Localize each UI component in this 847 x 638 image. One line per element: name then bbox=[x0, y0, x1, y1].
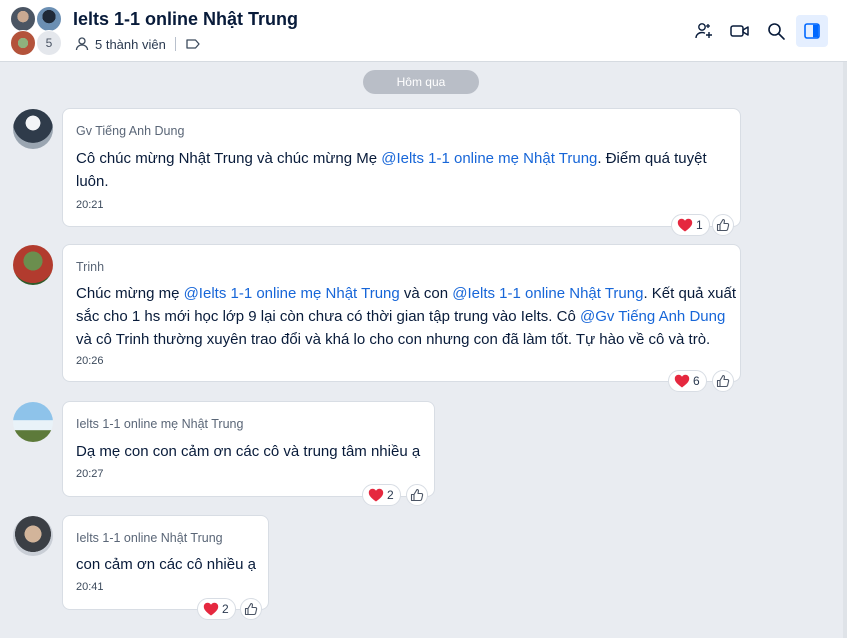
heart-icon bbox=[677, 218, 693, 232]
message-bubble: Gv Tiếng Anh Dung Cô chúc mừng Nhật Trun… bbox=[62, 108, 741, 227]
message-line: Dạ mẹ con con cảm ơn các cô và trung tâm… bbox=[76, 440, 420, 463]
reaction-count: 2 bbox=[222, 602, 229, 616]
sender-name: Ielts 1-1 online Nhật Trung bbox=[76, 531, 223, 545]
group-title[interactable]: Ielts 1-1 online Nhật Trung bbox=[73, 9, 298, 30]
message-text-span: sắc cho 1 hs mới học lớp 9 lại còn chưa … bbox=[76, 308, 580, 325]
message-text: Dạ mẹ con con cảm ơn các cô và trung tâm… bbox=[76, 440, 420, 463]
add-member-button[interactable] bbox=[688, 15, 720, 47]
member-avatar bbox=[10, 30, 36, 56]
member-avatar bbox=[10, 6, 36, 32]
message-bubble: Ielts 1-1 online Nhật Trung con cảm ơn c… bbox=[62, 515, 269, 610]
member-avatar bbox=[36, 6, 62, 32]
search-icon bbox=[768, 23, 785, 40]
sender-avatar[interactable] bbox=[13, 402, 53, 442]
message-text: con cảm ơn các cô nhiều ạ bbox=[76, 553, 256, 576]
sidebar-toggle-button[interactable] bbox=[796, 15, 828, 47]
message-time: 20:21 bbox=[76, 199, 104, 211]
like-button[interactable] bbox=[712, 214, 734, 236]
video-call-icon bbox=[730, 25, 749, 37]
message-text-span: luôn. bbox=[76, 173, 109, 190]
chat-header: 5 Ielts 1-1 online Nhật Trung 5 thành vi… bbox=[0, 0, 847, 62]
reaction-badge[interactable]: 6 bbox=[668, 370, 707, 392]
scrollbar[interactable] bbox=[843, 62, 847, 638]
thumbs-up-icon bbox=[716, 218, 730, 232]
reaction-badge[interactable]: 1 bbox=[671, 214, 710, 236]
message-text-span: Dạ mẹ con con cảm ơn các cô và trung tâm… bbox=[76, 443, 421, 460]
sender-name: Gv Tiếng Anh Dung bbox=[76, 124, 185, 138]
message-text-span: con cảm ơn các cô nhiều ạ bbox=[76, 556, 256, 573]
thumbs-up-icon bbox=[244, 602, 258, 616]
sender-avatar[interactable] bbox=[13, 109, 53, 149]
sidebar-toggle-icon bbox=[804, 23, 820, 39]
message-text: Cô chúc mừng Nhật Trung và chúc mừng Mẹ … bbox=[76, 147, 707, 193]
mention-link[interactable]: @Ielts 1-1 online Nhật Trung bbox=[452, 285, 643, 302]
group-avatar[interactable]: 5 bbox=[10, 6, 64, 56]
message-line: con cảm ơn các cô nhiều ạ bbox=[76, 553, 256, 576]
message-line: và cô Trinh thường xuyên trao đổi và khá… bbox=[76, 328, 736, 351]
search-button[interactable] bbox=[760, 15, 792, 47]
divider bbox=[174, 37, 176, 51]
message-line: luôn. bbox=[76, 170, 707, 193]
message-text-span: . Kết quả xuất bbox=[643, 285, 737, 302]
sender-name: Ielts 1-1 online mẹ Nhật Trung bbox=[76, 417, 244, 431]
message-text-span: và con bbox=[399, 285, 453, 302]
reaction-badge[interactable]: 2 bbox=[197, 598, 236, 620]
mention-link[interactable]: @Gv Tiếng Anh Dung bbox=[580, 308, 725, 325]
sender-avatar[interactable] bbox=[13, 516, 53, 556]
message-text: Chúc mừng mẹ @Ielts 1-1 online mẹ Nhật T… bbox=[76, 282, 736, 351]
tag-icon[interactable] bbox=[185, 36, 201, 52]
reaction-count: 1 bbox=[696, 218, 703, 232]
like-button[interactable] bbox=[406, 484, 428, 506]
reaction-badge[interactable]: 2 bbox=[362, 484, 401, 506]
sender-avatar[interactable] bbox=[13, 245, 53, 285]
reaction-count: 6 bbox=[693, 374, 700, 388]
thumbs-up-icon bbox=[716, 374, 730, 388]
mention-link[interactable]: @Ielts 1-1 online mẹ Nhật Trung bbox=[381, 150, 597, 167]
sender-name: Trinh bbox=[76, 260, 105, 274]
message-time: 20:41 bbox=[76, 581, 104, 593]
message-bubble: Trinh Chúc mừng mẹ @Ielts 1-1 online mẹ … bbox=[62, 244, 741, 382]
message-text-span: Cô chúc mừng Nhật Trung và chúc mừng Mẹ bbox=[76, 150, 382, 167]
heart-icon bbox=[203, 602, 219, 616]
like-button[interactable] bbox=[240, 598, 262, 620]
video-call-button[interactable] bbox=[724, 15, 756, 47]
thumbs-up-icon bbox=[410, 488, 424, 502]
message-line: Cô chúc mừng Nhật Trung và chúc mừng Mẹ … bbox=[76, 147, 707, 170]
date-divider: Hôm qua bbox=[363, 70, 479, 94]
mention-link[interactable]: @Ielts 1-1 online mẹ Nhật Trung bbox=[184, 285, 400, 302]
message-time: 20:27 bbox=[76, 468, 104, 480]
member-count-badge: 5 bbox=[36, 30, 62, 56]
members-link[interactable]: 5 thành viên bbox=[95, 37, 166, 52]
message-text-span: Chúc mừng mẹ bbox=[76, 285, 184, 302]
group-meta: 5 thành viên bbox=[74, 36, 206, 52]
heart-icon bbox=[674, 374, 690, 388]
message-line: sắc cho 1 hs mới học lớp 9 lại còn chưa … bbox=[76, 305, 736, 328]
reaction-count: 2 bbox=[387, 488, 394, 502]
message-bubble: Ielts 1-1 online mẹ Nhật Trung Dạ mẹ con… bbox=[62, 401, 435, 497]
add-member-icon bbox=[695, 23, 712, 39]
message-text-span: và cô Trinh thường xuyên trao đổi và khá… bbox=[76, 331, 711, 348]
message-line: Chúc mừng mẹ @Ielts 1-1 online mẹ Nhật T… bbox=[76, 282, 736, 305]
like-button[interactable] bbox=[712, 370, 734, 392]
message-text-span: . Điểm quá tuyệt bbox=[597, 150, 707, 167]
heart-icon bbox=[368, 488, 384, 502]
message-time: 20:26 bbox=[76, 355, 104, 367]
person-icon bbox=[75, 37, 89, 51]
